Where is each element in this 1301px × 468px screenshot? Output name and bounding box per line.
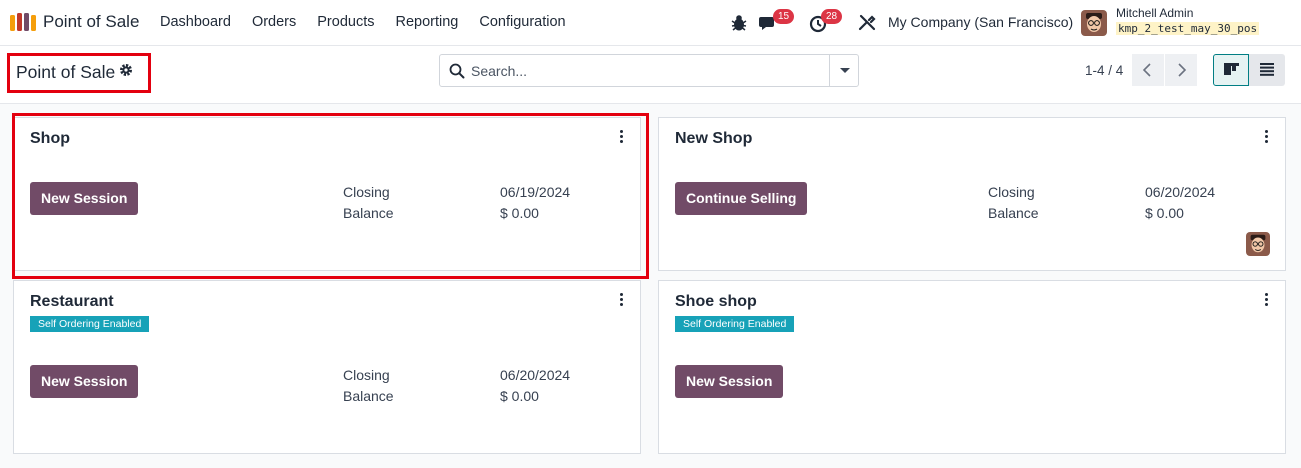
- pos-app-icon[interactable]: [10, 13, 36, 31]
- pos-card-shoe-shop: Shoe shop Self Ordering Enabled New Sess…: [658, 280, 1286, 454]
- kebab-menu-icon[interactable]: [620, 293, 624, 307]
- pos-card-restaurant: Restaurant Self Ordering Enabled New Ses…: [13, 280, 641, 454]
- company-switcher[interactable]: My Company (San Francisco): [888, 14, 1073, 30]
- search-icon: [449, 63, 465, 79]
- menu-dashboard[interactable]: Dashboard: [160, 14, 231, 30]
- page-title: Point of Sale: [16, 62, 116, 82]
- top-navbar: Point of Sale Dashboard Orders Products …: [0, 0, 1301, 46]
- pager-next-button[interactable]: [1165, 54, 1197, 86]
- new-session-button[interactable]: New Session: [30, 182, 139, 215]
- kanban-view-button[interactable]: [1213, 54, 1249, 86]
- balance-label: Balance: [343, 388, 394, 404]
- list-view-button[interactable]: [1249, 54, 1285, 86]
- search-options-toggle[interactable]: [829, 55, 858, 86]
- pos-card-shop: Shop New Session Closing 06/19/2024 Bala…: [13, 117, 641, 271]
- continue-selling-button[interactable]: Continue Selling: [675, 182, 808, 215]
- session-user-avatar[interactable]: [1246, 232, 1270, 256]
- closing-label: Closing: [343, 367, 390, 383]
- balance-label: Balance: [343, 205, 394, 221]
- closing-label: Closing: [343, 184, 390, 200]
- gear-icon[interactable]: [119, 63, 133, 77]
- menu-reporting[interactable]: Reporting: [396, 14, 459, 30]
- pager-value[interactable]: 1-4 / 4: [1085, 63, 1123, 78]
- new-session-button[interactable]: New Session: [30, 365, 139, 398]
- balance-value: $ 0.00: [500, 205, 539, 221]
- search-bar: [439, 54, 859, 87]
- user-avatar[interactable]: [1081, 10, 1107, 36]
- kebab-menu-icon[interactable]: [1265, 130, 1269, 144]
- closing-date: 06/19/2024: [500, 184, 571, 200]
- closing-date: 06/20/2024: [1145, 184, 1216, 200]
- card-title[interactable]: Restaurant: [30, 293, 114, 311]
- card-title[interactable]: Shoe shop: [675, 293, 757, 311]
- search-input[interactable]: [471, 61, 821, 81]
- messages-badge: 15: [773, 9, 795, 24]
- balance-label: Balance: [988, 205, 1039, 221]
- chevron-left-icon: [1142, 63, 1151, 77]
- kanban-view-icon: [1224, 63, 1239, 75]
- activities-badge: 28: [821, 9, 843, 24]
- bug-icon[interactable]: [729, 13, 749, 33]
- pos-card-new-shop: New Shop Continue Selling Closing 06/20/…: [658, 117, 1286, 271]
- main-menu: Dashboard Orders Products Reporting Conf…: [160, 14, 566, 30]
- card-title[interactable]: Shop: [30, 130, 70, 148]
- pager-previous-button[interactable]: [1132, 54, 1164, 86]
- card-title[interactable]: New Shop: [675, 130, 752, 148]
- list-view-icon: [1260, 63, 1274, 76]
- balance-value: $ 0.00: [1145, 205, 1184, 221]
- app-name[interactable]: Point of Sale: [43, 12, 139, 32]
- database-name: kmp_2_test_may_30_pos: [1116, 22, 1260, 35]
- balance-value: $ 0.00: [500, 388, 539, 404]
- user-name[interactable]: Mitchell Admin: [1116, 6, 1193, 20]
- self-ordering-badge: Self Ordering Enabled: [675, 316, 795, 332]
- menu-orders[interactable]: Orders: [252, 14, 296, 30]
- kebab-menu-icon[interactable]: [1265, 293, 1269, 307]
- chevron-right-icon: [1178, 63, 1187, 77]
- closing-date: 06/20/2024: [500, 367, 571, 383]
- closing-label: Closing: [988, 184, 1035, 200]
- new-session-button[interactable]: New Session: [675, 365, 784, 398]
- control-panel: Point of Sale 1-4 / 4: [0, 46, 1301, 104]
- self-ordering-badge: Self Ordering Enabled: [30, 316, 150, 332]
- kebab-menu-icon[interactable]: [620, 130, 624, 144]
- menu-products[interactable]: Products: [317, 14, 374, 30]
- tools-icon[interactable]: [857, 13, 877, 33]
- menu-configuration[interactable]: Configuration: [479, 14, 565, 30]
